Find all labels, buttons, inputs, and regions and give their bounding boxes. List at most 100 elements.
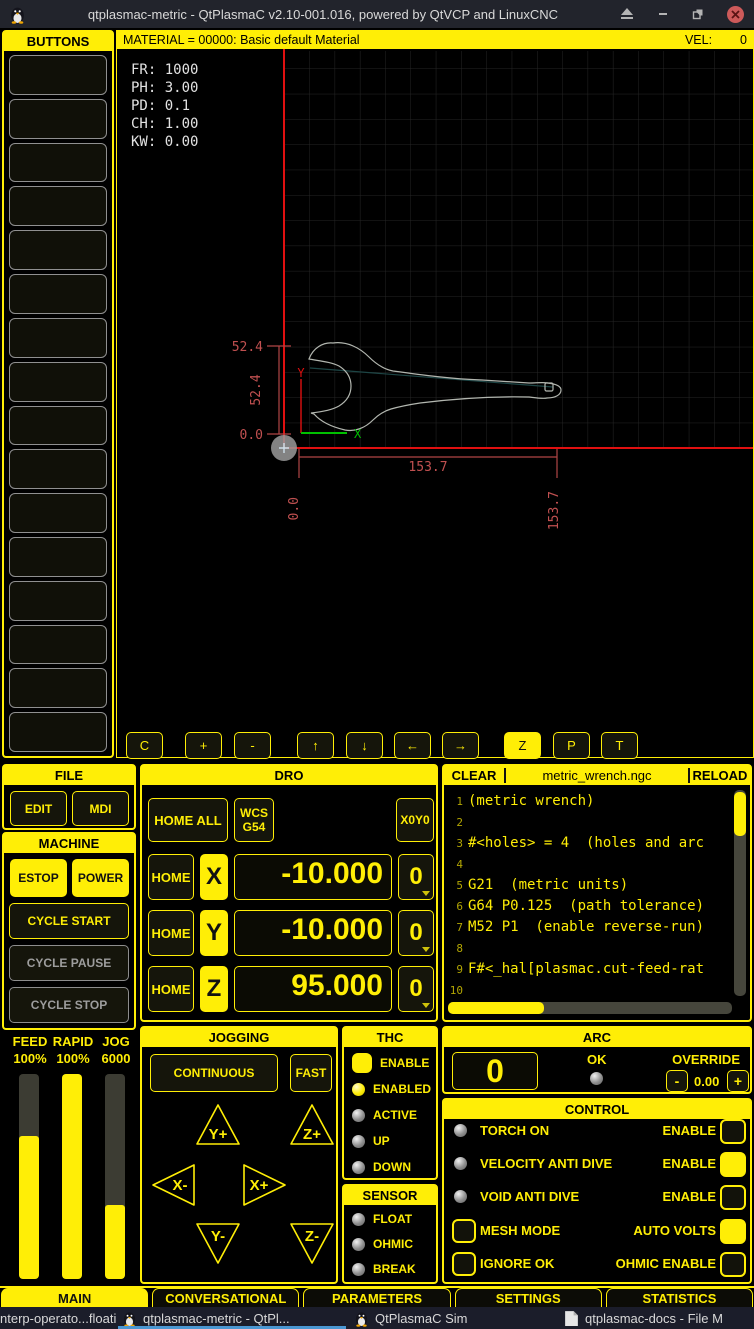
view-clear-button[interactable]: C [126, 732, 163, 759]
mesh-mode-checkbox[interactable] [452, 1219, 476, 1243]
user-button-3[interactable] [9, 143, 107, 183]
axis-y-letter[interactable]: Y [200, 910, 228, 956]
taskbar-item-interp-operator[interactable]: nterp-operato...floating... [0, 1307, 116, 1329]
tab-main[interactable]: MAIN [1, 1288, 148, 1307]
void-enable-label: ENABLE [663, 1189, 716, 1204]
zero-y-button[interactable]: 0 [398, 910, 434, 956]
estop-button[interactable]: ESTOP [10, 859, 67, 897]
ignore-ok-label: IGNORE OK [480, 1256, 554, 1271]
edit-button[interactable]: EDIT [10, 791, 67, 826]
feed-override-value: 100% [8, 1051, 52, 1066]
ohmic-enable-checkbox[interactable] [720, 1252, 746, 1277]
taskbar-item-file-manager[interactable]: qtplasmac-docs - File M [558, 1307, 754, 1329]
user-button-12[interactable] [9, 537, 107, 577]
view-perspective-button[interactable]: P [553, 732, 590, 759]
cycle-stop-button[interactable]: CYCLE STOP [9, 987, 129, 1023]
jog-slider-fill [105, 1205, 125, 1279]
mode-tabbar: MAIN CONVERSATIONAL PARAMETERS SETTINGS … [0, 1286, 754, 1307]
cycle-start-button[interactable]: CYCLE START [9, 903, 129, 939]
rapid-override-slider[interactable] [62, 1074, 82, 1279]
feed-override-slider[interactable] [19, 1074, 39, 1279]
user-button-9[interactable] [9, 406, 107, 446]
horizontal-scroll-thumb[interactable] [448, 1002, 544, 1014]
override-minus-button[interactable]: - [666, 1070, 688, 1092]
user-button-4[interactable] [9, 186, 107, 226]
tab-statistics[interactable]: STATISTICS [606, 1288, 753, 1307]
zero-z-button[interactable]: 0 [398, 966, 434, 1012]
torch-enable-checkbox[interactable] [720, 1119, 746, 1144]
mdi-button[interactable]: MDI [72, 791, 129, 826]
jog-y-plus-button[interactable]: Y+ [194, 1102, 242, 1148]
user-button-11[interactable] [9, 493, 107, 533]
user-button-5[interactable] [9, 230, 107, 270]
axis-x-letter[interactable]: X [200, 854, 228, 900]
cycle-pause-button[interactable]: CYCLE PAUSE [9, 945, 129, 981]
view-z-button[interactable]: Z [504, 732, 541, 759]
user-button-15[interactable] [9, 668, 107, 708]
jog-fast-button[interactable]: FAST [290, 1054, 332, 1092]
axis-z-letter[interactable]: Z [200, 966, 228, 1012]
thc-enable-checkbox[interactable] [352, 1053, 372, 1073]
gcode-horizontal-scrollbar[interactable] [448, 1002, 732, 1014]
shade-icon[interactable] [620, 8, 634, 20]
home-y-button[interactable]: HOME [148, 910, 194, 956]
jog-z-plus-button[interactable]: Z+ [288, 1102, 336, 1148]
wcs-button[interactable]: WCS G54 [234, 798, 274, 842]
ignore-ok-checkbox[interactable] [452, 1252, 476, 1276]
jog-continuous-button[interactable]: CONTINUOUS [150, 1054, 278, 1092]
user-button-8[interactable] [9, 362, 107, 402]
home-z-button[interactable]: HOME [148, 966, 194, 1012]
tab-conversational[interactable]: CONVERSATIONAL [152, 1288, 299, 1307]
user-button-2[interactable] [9, 99, 107, 139]
home-x-button[interactable]: HOME [148, 854, 194, 900]
user-button-16[interactable] [9, 712, 107, 752]
velocity-enable-checkbox[interactable] [720, 1152, 746, 1177]
user-button-14[interactable] [9, 625, 107, 665]
jog-y-minus-button[interactable]: Y- [194, 1220, 242, 1266]
zero-x-button[interactable]: 0 [398, 854, 434, 900]
gcode-vertical-scrollbar[interactable] [734, 790, 746, 996]
user-button-10[interactable] [9, 449, 107, 489]
user-button-7[interactable] [9, 318, 107, 358]
user-button-1[interactable] [9, 55, 107, 95]
override-plus-button[interactable]: + [727, 1070, 749, 1092]
dim-x-span: 153.7 [408, 460, 447, 475]
minimize-icon[interactable] [657, 8, 669, 20]
user-button-13[interactable] [9, 581, 107, 621]
view-top-button[interactable]: T [601, 732, 638, 759]
reload-button[interactable]: RELOAD [688, 768, 750, 783]
mesh-mode-label: MESH MODE [480, 1223, 560, 1238]
user-button-6[interactable] [9, 274, 107, 314]
jog-x-minus-button[interactable]: X- [150, 1162, 198, 1208]
taskbar-item-qtplasmac-metric[interactable]: qtplasmac-metric - QtPl... [116, 1307, 348, 1329]
gcode-listing[interactable]: 1(metric wrench) 2 3#<holes> = 4 (holes … [446, 789, 732, 997]
close-icon[interactable] [727, 6, 744, 23]
y-axis-label: Y [297, 366, 305, 380]
tab-settings[interactable]: SETTINGS [455, 1288, 602, 1307]
dim-x-end: 153.7 [547, 491, 562, 530]
material-text[interactable]: MATERIAL = 00000: Basic default Material [123, 33, 685, 47]
home-all-button[interactable]: HOME ALL [148, 798, 228, 842]
taskbar-item-qtplasmac-sim[interactable]: QtPlasmaC Sim [348, 1307, 478, 1329]
restore-icon[interactable] [692, 8, 704, 20]
power-button[interactable]: POWER [72, 859, 129, 897]
x0y0-button[interactable]: X0Y0 [396, 798, 434, 842]
gcode-preview-canvas[interactable]: 52.4 52.4 0.0 153.7 0.0 153.7 Y X [117, 49, 753, 727]
jog-z-minus-button[interactable]: Z- [288, 1220, 336, 1266]
pan-down-button[interactable]: ↓ [346, 732, 383, 759]
preview-area: MATERIAL = 00000: Basic default Material… [116, 30, 754, 758]
zoom-out-button[interactable]: - [234, 732, 271, 759]
void-enable-checkbox[interactable] [720, 1185, 746, 1210]
pan-left-button[interactable]: ← [394, 732, 431, 759]
break-sensor-led [352, 1263, 365, 1276]
pan-up-button[interactable]: ↑ [297, 732, 334, 759]
auto-volts-checkbox[interactable] [720, 1219, 746, 1244]
pan-right-button[interactable]: → [442, 732, 479, 759]
dim-x-zero: 0.0 [287, 497, 302, 520]
jog-speed-slider[interactable] [105, 1074, 125, 1279]
tab-parameters[interactable]: PARAMETERS [303, 1288, 450, 1307]
zoom-in-button[interactable]: + [185, 732, 222, 759]
vertical-scroll-thumb[interactable] [734, 792, 746, 836]
jog-x-plus-button[interactable]: X+ [240, 1162, 288, 1208]
clear-button[interactable]: CLEAR [444, 768, 506, 783]
